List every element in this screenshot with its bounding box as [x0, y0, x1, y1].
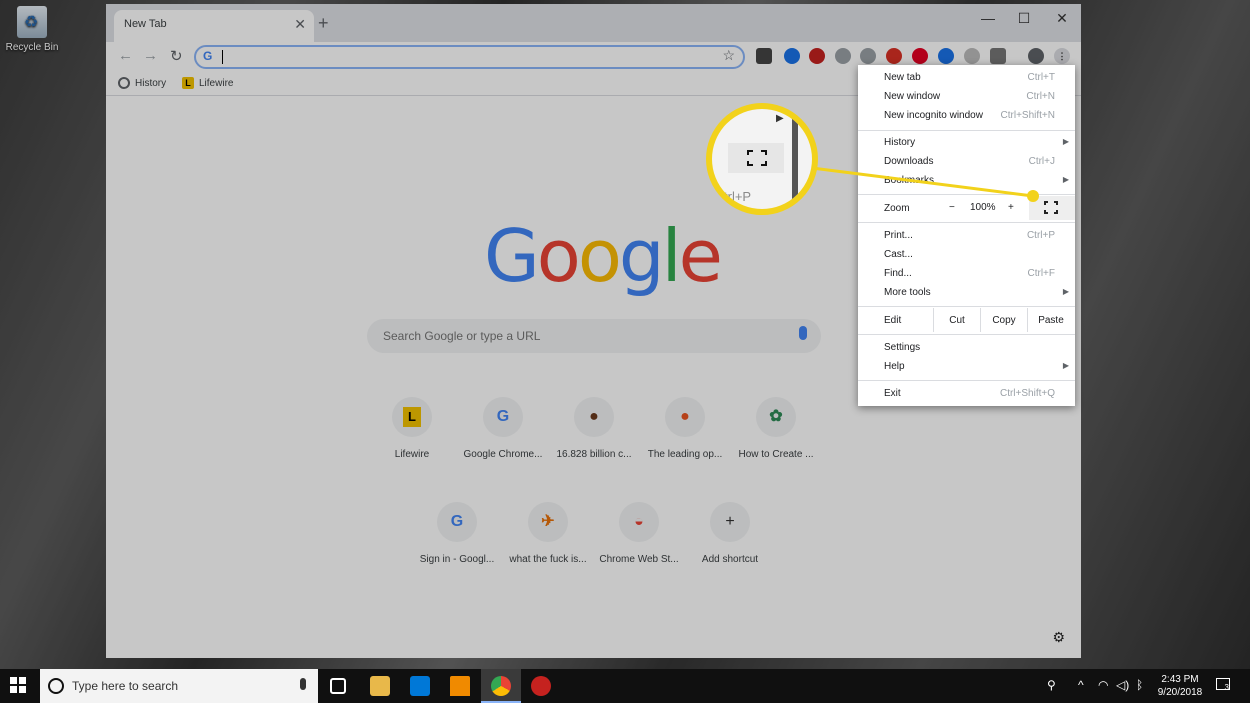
callout-shortcut-text: trl+P — [724, 189, 752, 204]
cortana-icon — [48, 678, 64, 694]
windows-start-icon[interactable] — [10, 677, 26, 693]
callout-dot — [1027, 190, 1039, 202]
chrome-icon — [491, 676, 511, 696]
clock-date: 9/20/2018 — [1157, 687, 1203, 698]
microphone-icon[interactable] — [300, 678, 306, 690]
file-explorer-icon[interactable] — [370, 676, 390, 696]
network-icon[interactable]: ◠ — [1098, 678, 1108, 692]
callout-window-edge — [792, 109, 798, 209]
notifications-icon[interactable]: 3 — [1216, 678, 1230, 692]
system-clock[interactable]: 2:43 PM 9/20/2018 — [1152, 673, 1208, 699]
bluetooth-icon[interactable]: ᛒ — [1136, 678, 1143, 692]
clock-time: 2:43 PM — [1161, 674, 1199, 685]
fullscreen-magnifier-callout: ▶ trl+P — [706, 103, 818, 215]
callout-pointer-line — [811, 166, 1039, 202]
task-view-icon[interactable] — [330, 678, 346, 694]
people-icon[interactable]: ⚲ — [1047, 678, 1056, 692]
submenu-arrow-icon: ▶ — [776, 113, 784, 124]
store-icon[interactable] — [410, 676, 430, 696]
vlc-icon[interactable] — [450, 676, 470, 696]
app-icon[interactable] — [531, 676, 551, 696]
taskbar-search-placeholder: Type here to search — [72, 679, 179, 693]
taskbar-search-box[interactable]: Type here to search — [40, 669, 318, 703]
volume-icon[interactable]: ◁) — [1116, 678, 1129, 692]
chevron-up-icon[interactable]: ^ — [1078, 678, 1084, 692]
fullscreen-icon-magnified — [728, 143, 784, 173]
windows-taskbar: Type here to search ⚲ ^ ◠ ◁) ᛒ 2:43 PM 9… — [0, 669, 1250, 703]
